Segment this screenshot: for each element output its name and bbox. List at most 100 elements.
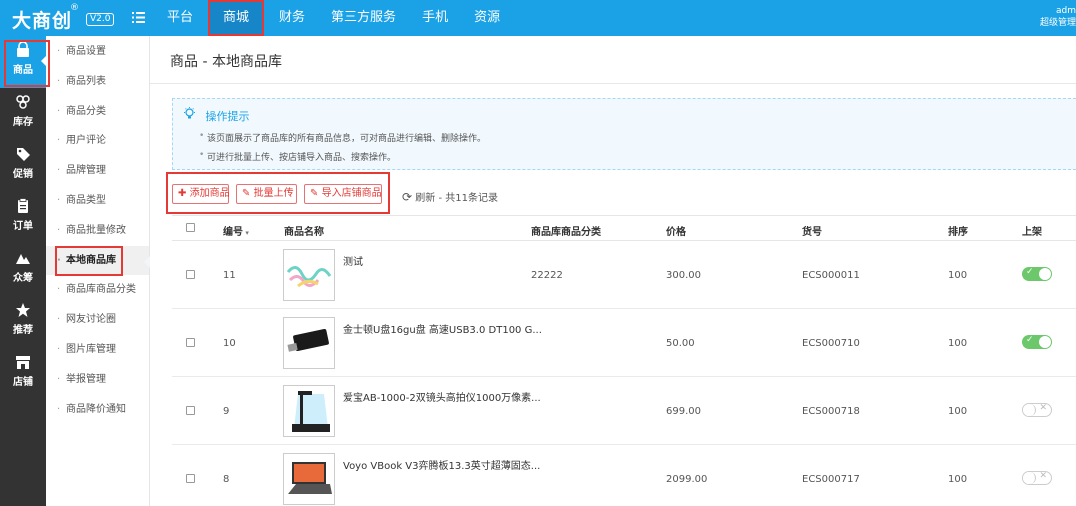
subnav-item-goods-list[interactable]: 商品列表 bbox=[46, 67, 149, 97]
crowdfunding-icon bbox=[0, 250, 46, 268]
column-header-name: 商品名称 bbox=[284, 227, 324, 238]
scanner-thumb[interactable] bbox=[283, 385, 335, 437]
subnav-item-reports[interactable]: 举报管理 bbox=[46, 365, 149, 395]
sidebar-item-label: 促销 bbox=[13, 169, 33, 180]
column-header-sku: 货号 bbox=[802, 227, 822, 238]
refresh-icon: ⟳ bbox=[402, 190, 413, 204]
admin-name: adm bbox=[1056, 6, 1076, 16]
table-row: 8 Voyo VBook V3弈腾板13.3英寸超薄固态... 2099.00 … bbox=[172, 445, 1076, 506]
goods-id: 11 bbox=[223, 270, 236, 281]
tips-panel: 操作提示 该页面展示了商品库的所有商品信息，可对商品进行编辑、删除操作。 可进行… bbox=[172, 98, 1076, 170]
goods-sku: ECS000011 bbox=[802, 270, 860, 281]
goods-sort: 100 bbox=[948, 270, 968, 281]
goods-sort: 100 bbox=[948, 406, 968, 417]
subnav-item-discussion[interactable]: 网友讨论圈 bbox=[46, 305, 149, 335]
row-checkbox[interactable] bbox=[186, 406, 195, 415]
goods-name[interactable]: 爱宝AB-1000-2双镜头高拍仪1000万像素... bbox=[343, 389, 541, 404]
goods-category: 22222 bbox=[531, 270, 563, 281]
subnav-item-brand-management[interactable]: 品牌管理 bbox=[46, 156, 149, 186]
tag-icon bbox=[0, 146, 46, 164]
column-header-on-shelf: 上架 bbox=[1022, 227, 1042, 238]
goods-sort: 100 bbox=[948, 474, 968, 485]
sidebar-item-label: 推荐 bbox=[13, 325, 33, 336]
usb-drive-thumb[interactable] bbox=[283, 317, 335, 369]
main-content: 商品 - 本地商品库 操作提示 该页面展示了商品库的所有商品信息，可对商品进行编… bbox=[150, 36, 1076, 506]
title-divider bbox=[150, 83, 1076, 84]
highlight-box-toolbar bbox=[166, 172, 390, 214]
on-shelf-toggle[interactable]: ✓ bbox=[1022, 267, 1052, 281]
subnav-item-user-reviews[interactable]: 用户评论 bbox=[46, 126, 149, 156]
row-checkbox[interactable] bbox=[186, 474, 195, 483]
subnav-item-image-library[interactable]: 图片库管理 bbox=[46, 335, 149, 365]
table-row: 10 金士顿U盘16gu盘 高速USB3.0 DT100 G... 50.00 … bbox=[172, 309, 1076, 377]
clipboard-icon bbox=[0, 198, 46, 216]
nav-platform[interactable]: 平台 bbox=[154, 0, 206, 36]
column-header-id[interactable]: 编号 ▾ bbox=[223, 223, 249, 238]
nav-third-party[interactable]: 第三方服务 bbox=[318, 0, 409, 36]
admin-info[interactable]: adm 超级管理 bbox=[1036, 5, 1076, 29]
goods-name[interactable]: Voyo VBook V3弈腾板13.3英寸超薄固态... bbox=[343, 457, 540, 472]
warehouse-icon bbox=[0, 94, 46, 112]
tip-text: 该页面展示了商品库的所有商品信息，可对商品进行编辑、删除操作。 bbox=[199, 131, 486, 144]
logo-registered-mark: ® bbox=[70, 3, 79, 13]
row-checkbox[interactable] bbox=[186, 270, 195, 279]
refresh-label: 刷新 bbox=[415, 193, 436, 204]
column-header-category: 商品库商品分类 bbox=[531, 227, 601, 238]
subnav-item-price-drop[interactable]: 商品降价通知 bbox=[46, 395, 149, 425]
sidebar-item-crowdfunding[interactable]: 众筹 bbox=[0, 244, 46, 296]
highlight-box-subnav bbox=[55, 246, 123, 276]
sidebar-item-promotion[interactable]: 促销 bbox=[0, 140, 46, 192]
admin-role: 超级管理 bbox=[1039, 18, 1076, 28]
column-header-price: 价格 bbox=[666, 227, 686, 238]
nav-mobile[interactable]: 手机 bbox=[409, 0, 461, 36]
on-shelf-toggle[interactable]: ✕ bbox=[1022, 471, 1052, 485]
nav-resources[interactable]: 资源 bbox=[461, 0, 513, 36]
sidebar-item-label: 订单 bbox=[13, 221, 33, 232]
table-row: 9 爱宝AB-1000-2双镜头高拍仪1000万像素... 699.00 ECS… bbox=[172, 377, 1076, 445]
goods-sku: ECS000710 bbox=[802, 338, 860, 349]
check-icon: ✓ bbox=[1026, 267, 1034, 277]
cross-icon: ✕ bbox=[1039, 471, 1047, 481]
goods-name[interactable]: 测试 bbox=[343, 253, 363, 268]
tip-text: 可进行批量上传、按店铺导入商品、搜索操作。 bbox=[199, 150, 396, 163]
menu-toggle-icon[interactable] bbox=[132, 12, 145, 26]
subnav-item-goods-settings[interactable]: 商品设置 bbox=[46, 37, 149, 67]
on-shelf-toggle[interactable]: ✓ bbox=[1022, 335, 1052, 349]
goods-id: 9 bbox=[223, 406, 230, 417]
sidebar-item-orders[interactable]: 订单 bbox=[0, 192, 46, 244]
sidebar-item-store[interactable]: 店铺 bbox=[0, 348, 46, 400]
sidebar-item-recommend[interactable]: 推荐 bbox=[0, 296, 46, 348]
row-checkbox[interactable] bbox=[186, 338, 195, 347]
cables-thumb[interactable] bbox=[283, 249, 335, 301]
on-shelf-toggle[interactable]: ✕ bbox=[1022, 403, 1052, 417]
goods-sort: 100 bbox=[948, 338, 968, 349]
column-header-sort: 排序 bbox=[948, 227, 968, 238]
sidebar-item-inventory[interactable]: 库存 bbox=[0, 88, 46, 140]
sidebar-item-label: 众筹 bbox=[13, 273, 33, 284]
subnav-item-library-category[interactable]: 商品库商品分类 bbox=[46, 275, 149, 305]
subnav-item-batch-edit[interactable]: 商品批量修改 bbox=[46, 216, 149, 246]
subnav-item-goods-category[interactable]: 商品分类 bbox=[46, 97, 149, 127]
app-logo[interactable]: 大商创 bbox=[12, 6, 72, 33]
table-header: 编号 ▾ 商品名称 商品库商品分类 价格 货号 排序 上架 bbox=[172, 215, 1076, 241]
tips-title: 操作提示 bbox=[205, 110, 250, 123]
goods-id: 10 bbox=[223, 338, 236, 349]
record-count: - 共11条记录 bbox=[438, 193, 498, 204]
highlight-box-sidebar bbox=[4, 40, 50, 87]
lightbulb-icon bbox=[183, 107, 196, 123]
select-all-checkbox[interactable] bbox=[186, 223, 195, 232]
goods-price: 50.00 bbox=[666, 338, 695, 349]
goods-sku: ECS000717 bbox=[802, 474, 860, 485]
goods-sku: ECS000718 bbox=[802, 406, 860, 417]
sort-caret-icon: ▾ bbox=[243, 229, 249, 237]
goods-price: 699.00 bbox=[666, 406, 701, 417]
goods-id: 8 bbox=[223, 474, 230, 485]
top-nav: 平台 商城 财务 第三方服务 手机 资源 bbox=[154, 0, 513, 36]
nav-mall[interactable]: 商城 bbox=[208, 0, 265, 36]
laptop-thumb[interactable] bbox=[283, 453, 335, 505]
nav-finance[interactable]: 财务 bbox=[266, 0, 318, 36]
goods-name[interactable]: 金士顿U盘16gu盘 高速USB3.0 DT100 G... bbox=[343, 321, 542, 336]
refresh-control[interactable]: ⟳ 刷新 - 共11条记录 bbox=[402, 189, 498, 204]
subnav-item-goods-type[interactable]: 商品类型 bbox=[46, 186, 149, 216]
page-title: 商品 - 本地商品库 bbox=[170, 54, 282, 70]
